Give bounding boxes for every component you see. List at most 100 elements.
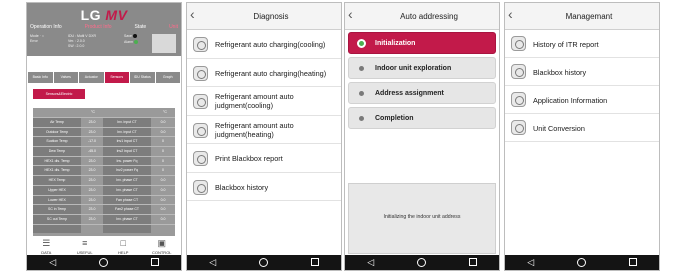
control-icon: ▣ bbox=[157, 238, 166, 248]
basic-info-tab[interactable]: Basic Info bbox=[28, 72, 53, 83]
table-cell: Inv. input CT bbox=[103, 127, 151, 137]
operation-info-tab[interactable]: Operation Info bbox=[30, 23, 62, 32]
table-cell: Inv. phase CT bbox=[103, 185, 151, 195]
chevron-left-icon[interactable]: ‹ bbox=[190, 6, 195, 22]
android-nav-bar: ◁ bbox=[187, 255, 341, 270]
management-item[interactable]: Blackbox history bbox=[505, 58, 659, 86]
mode-label: Mode · ○ bbox=[30, 34, 44, 38]
table-cell: 23.0 bbox=[88, 178, 96, 183]
valves-tab[interactable]: Valves bbox=[53, 72, 78, 83]
table-cell: 0.0 bbox=[160, 129, 166, 134]
page-title: Managemant bbox=[565, 12, 613, 21]
home-icon[interactable] bbox=[92, 255, 116, 270]
chevron-left-icon[interactable]: ‹ bbox=[348, 6, 353, 22]
table-cell: Inv2 input CT bbox=[103, 147, 151, 156]
diagnosis-item-label: Print Blackbox report bbox=[215, 154, 283, 163]
header-tabs: Operation Info Product Info State Unit bbox=[27, 23, 181, 32]
table-cell: HEX Temp bbox=[33, 176, 81, 185]
management-item-label: Application Information bbox=[533, 96, 608, 105]
product-info-tab[interactable]: Product Info bbox=[85, 23, 112, 32]
alarm-label: Alarm bbox=[124, 40, 139, 45]
diagnosis-item-label: Refrigerant auto charging(cooling) bbox=[215, 40, 326, 49]
diagnosis-item[interactable]: Print Blackbox report bbox=[187, 144, 341, 173]
recent-apps-icon[interactable] bbox=[303, 255, 327, 270]
table-cell: 0 bbox=[162, 149, 164, 154]
diagnosis-item[interactable]: Blackbox history bbox=[187, 173, 341, 201]
graph-tab[interactable]: Graph bbox=[155, 72, 180, 83]
sensor-table: °C °C Air Temp 23.0 Inv. input CT 0.0 Outdoo… bbox=[33, 108, 175, 236]
recent-apps-icon[interactable] bbox=[621, 255, 645, 270]
auto-addressing-header: ‹ Auto addressing bbox=[345, 3, 499, 30]
table-cell: 23.0 bbox=[88, 158, 96, 163]
management-item[interactable]: Unit Conversion bbox=[505, 114, 659, 142]
diagnosis-item-label: Blackbox history bbox=[215, 182, 269, 192]
table-cell: Inv. phase CT bbox=[103, 176, 151, 185]
diagnosis-item[interactable]: Refrigerant amount auto judgment(heating… bbox=[187, 116, 341, 144]
table-row bbox=[33, 223, 175, 234]
diagnosis-icon bbox=[193, 94, 208, 109]
back-icon[interactable]: ◁ bbox=[41, 255, 65, 270]
diagnosis-icon bbox=[193, 151, 208, 166]
table-row: Upper HEX 23.0 Inv. phase CT 0.0 bbox=[33, 184, 175, 195]
management-item[interactable]: History of ITR report bbox=[505, 30, 659, 58]
back-icon[interactable]: ◁ bbox=[519, 255, 543, 270]
home-icon[interactable] bbox=[410, 255, 434, 270]
sensors-electric-button[interactable]: Sensors&Electric bbox=[33, 89, 85, 99]
addressing-step[interactable]: Address assignment bbox=[348, 82, 496, 104]
sub-tabs: Basic Info Valves Actuator Sensors IDU S… bbox=[27, 72, 181, 83]
diagnosis-item-label: Refrigerant amount auto judgment(cooling… bbox=[215, 92, 294, 110]
unit-thumbnail bbox=[152, 34, 176, 53]
table-row: Suction Temp -17.0 Inv1 input CT 0 bbox=[33, 136, 175, 147]
table-cell bbox=[151, 225, 175, 234]
table-cell: 0 bbox=[162, 168, 164, 173]
bullet-icon bbox=[359, 116, 364, 121]
alarm-status-dot bbox=[134, 40, 139, 45]
back-icon[interactable]: ◁ bbox=[201, 255, 225, 270]
bullet-icon bbox=[359, 91, 364, 96]
table-cell: 0 bbox=[162, 139, 164, 144]
addressing-step[interactable]: Completion bbox=[348, 107, 496, 129]
table-cell: Upper HEX bbox=[33, 185, 81, 195]
diagnosis-item[interactable]: Refrigerant auto charging(heating) bbox=[187, 59, 341, 87]
android-nav-bar: ◁ bbox=[345, 255, 499, 270]
table-cell: 23.0 bbox=[88, 216, 96, 221]
management-item[interactable]: Application Information bbox=[505, 86, 659, 114]
save-label: Save bbox=[124, 34, 137, 39]
table-cell: 23.0 bbox=[88, 129, 96, 134]
state-tab[interactable]: State bbox=[134, 23, 146, 32]
recent-apps-icon[interactable] bbox=[461, 255, 485, 270]
table-row: SC out Temp 23.0 Inv. phase CT 0.0 bbox=[33, 213, 175, 224]
actuator-tab[interactable]: Actuator bbox=[79, 72, 104, 83]
addressing-steps: Initialization Indoor unit exploration Add… bbox=[348, 32, 496, 132]
addressing-step[interactable]: Indoor unit exploration bbox=[348, 57, 496, 79]
management-header: ‹ Managemant bbox=[505, 3, 659, 30]
table-row: HEX1 dis. Temp 23.0 Inv. power Fq 0 bbox=[33, 155, 175, 166]
chevron-left-icon[interactable]: ‹ bbox=[508, 6, 513, 22]
diagnosis-item[interactable]: Refrigerant auto charging(cooling) bbox=[187, 30, 341, 59]
product-info-header: LG MV Operation Info Product Info State … bbox=[27, 3, 181, 56]
table-cell: Air Temp bbox=[33, 118, 81, 127]
home-icon[interactable] bbox=[252, 255, 276, 270]
diagnosis-icon bbox=[193, 122, 208, 138]
table-cell bbox=[81, 225, 103, 234]
back-icon[interactable]: ◁ bbox=[359, 255, 383, 270]
sensors-tab[interactable]: Sensors bbox=[104, 72, 129, 83]
lg-mv-logo: LG MV bbox=[80, 7, 128, 23]
idu-status-tab[interactable]: IDU Status bbox=[130, 72, 155, 83]
table-cell: Fan phase CT bbox=[103, 195, 151, 205]
addressing-step[interactable]: Initialization bbox=[348, 32, 496, 54]
save-status-dot bbox=[132, 34, 137, 39]
page-title: Auto addressing bbox=[400, 12, 458, 21]
diagnosis-item[interactable]: Refrigerant amount auto judgment(cooling… bbox=[187, 87, 341, 116]
diagnosis-list: Refrigerant auto charging(cooling) Refrig… bbox=[187, 30, 341, 201]
status-panel: Initializing the indoor unit address bbox=[348, 183, 496, 254]
table-cell: Inv1 input CT bbox=[103, 137, 151, 147]
recent-apps-icon[interactable] bbox=[143, 255, 167, 270]
table-row: Lower HEX 23.0 Fan phase CT 0.0 bbox=[33, 194, 175, 205]
unit-tab[interactable]: Unit bbox=[169, 23, 178, 32]
auto-addressing-phone: ‹ Auto addressing Initialization Indoor u… bbox=[344, 2, 500, 271]
table-row: HEX Temp 23.0 Inv. phase CT 0.0 bbox=[33, 175, 175, 185]
home-icon[interactable] bbox=[570, 255, 594, 270]
table-cell: 23.0 bbox=[88, 168, 96, 173]
version-value: Ver. : 2.0.0 bbox=[68, 39, 85, 43]
